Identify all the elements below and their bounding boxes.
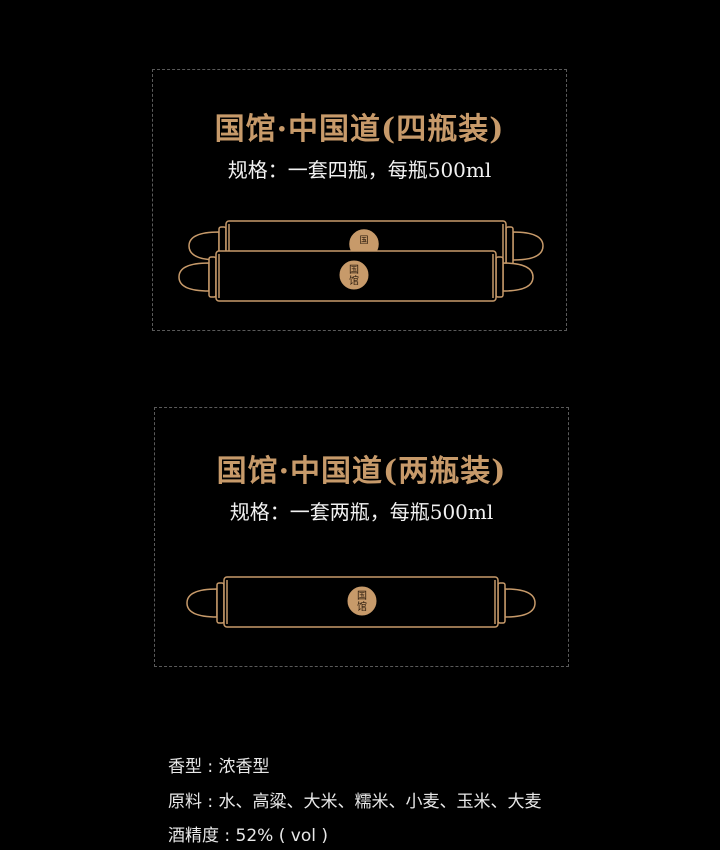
seal-text-top: 国: [349, 264, 359, 276]
package-card-two-bottles: 国馆·中国道(两瓶装) 规格：一套两瓶，每瓶500ml 国 馆: [154, 407, 569, 667]
alcohol-content: 酒精度 : 52% ( vol ): [168, 826, 328, 846]
scroll-icon: 国 馆: [186, 576, 536, 628]
seal-text-back: 国: [359, 235, 368, 246]
aroma-type: 香型 : 浓香型: [168, 757, 270, 777]
seal-text-top: 国: [357, 590, 367, 602]
ingredients: 原料 : 水、高粱、大米、糯米、小麦、玉米、大麦: [168, 792, 542, 812]
package-card-four-bottles: 国馆·中国道(四瓶装) 规格：一套四瓶，每瓶500ml 国 馆 国: [152, 69, 567, 331]
double-scroll-icon: 国 馆 国: [178, 220, 544, 302]
seal-text-bottom: 馆: [357, 600, 367, 613]
seal-text-bottom: 馆: [349, 274, 359, 287]
